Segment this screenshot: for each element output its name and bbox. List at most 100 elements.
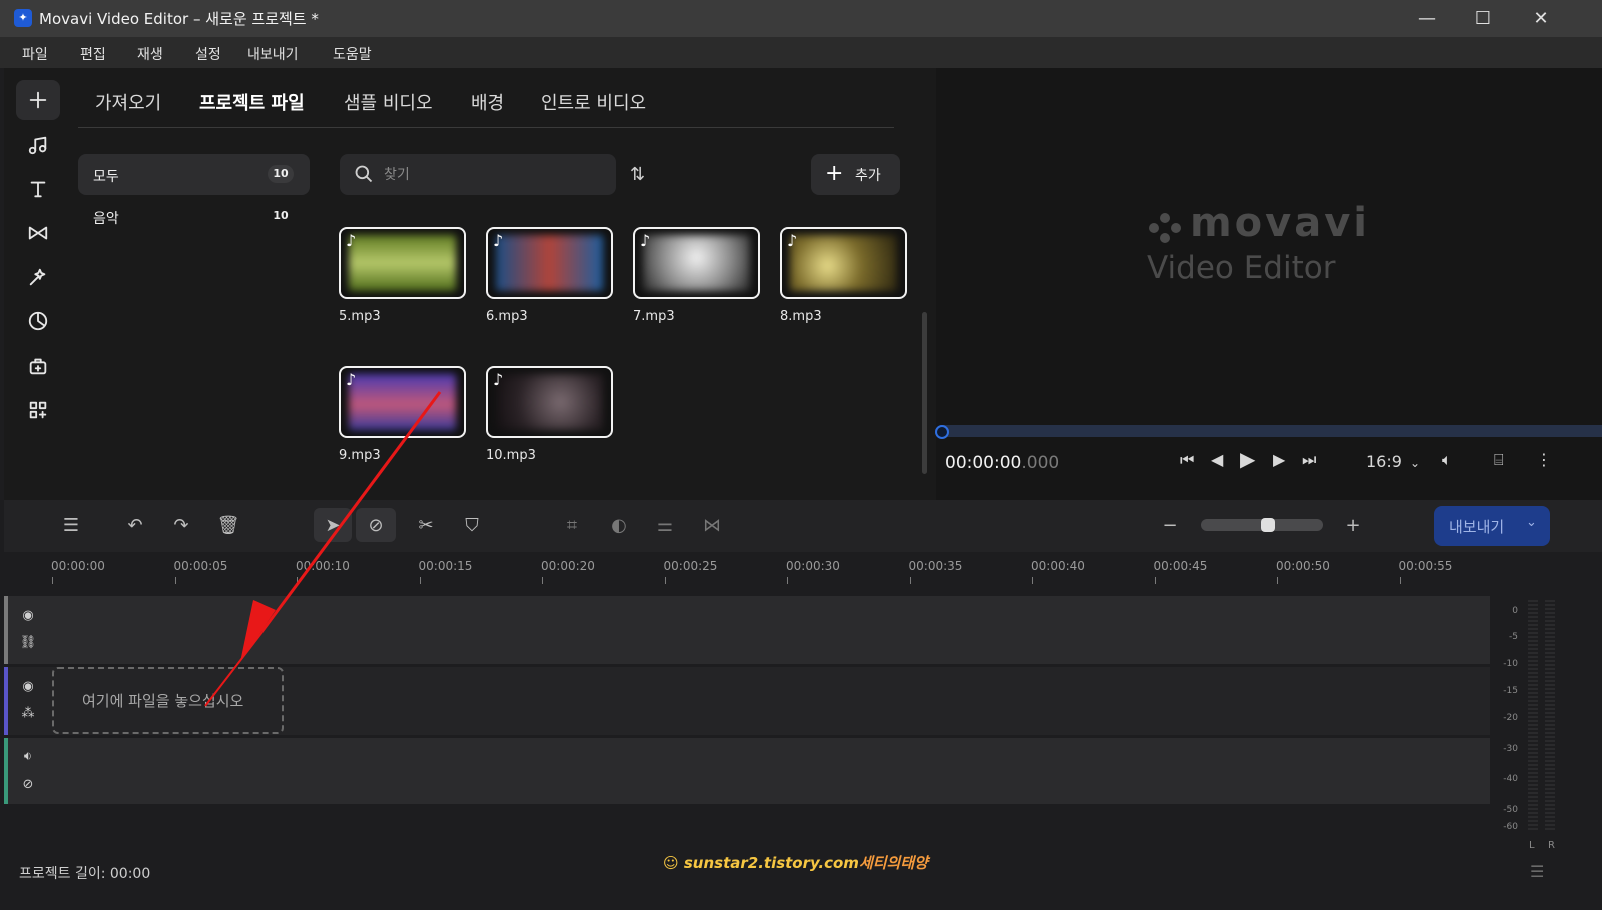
music-note-icon: ♪ xyxy=(640,231,651,250)
ruler-tick xyxy=(542,577,543,584)
next-frame-icon[interactable]: ▶︎ xyxy=(1273,450,1285,469)
eye-icon[interactable]: ◉ xyxy=(18,677,38,697)
zoom-handle[interactable] xyxy=(1261,518,1276,532)
text-icon[interactable] xyxy=(16,169,60,209)
meter-settings-icon[interactable]: ☰ xyxy=(1530,862,1544,881)
crop-icon[interactable]: ⌗ xyxy=(557,513,587,539)
channel-right-label: R xyxy=(1548,840,1555,851)
skip-start-icon[interactable]: ⏮ xyxy=(1180,450,1194,470)
shield-icon[interactable]: ⛉ xyxy=(457,513,487,539)
category-all-label: 모두 xyxy=(93,169,119,185)
aspect-ratio-value: 16:9 xyxy=(1366,452,1402,471)
seek-bar[interactable] xyxy=(940,425,1602,437)
skip-end-icon[interactable]: ⏭ xyxy=(1302,450,1316,470)
unlink-icon[interactable]: ⊘ xyxy=(18,775,38,795)
export-button-label: 내보내기 xyxy=(1449,518,1505,536)
sort-icon[interactable]: ⇅ xyxy=(630,164,654,186)
close-icon[interactable]: ✕ xyxy=(1512,0,1570,37)
ruler-tick xyxy=(1399,577,1401,584)
ruler-tick-label: 00:00:20 xyxy=(541,559,595,573)
transition-icon[interactable] xyxy=(16,213,60,253)
ruler-tick-label: 00:00:15 xyxy=(418,559,473,573)
stickers-icon[interactable] xyxy=(16,346,60,386)
music-note-icon: ♪ xyxy=(787,231,798,250)
maximize-icon[interactable]: ☐ xyxy=(1454,0,1512,37)
color-adjust-icon[interactable]: ◐ xyxy=(604,513,634,539)
menu-bar xyxy=(0,37,1602,68)
delete-icon[interactable]: 🗑︎ xyxy=(213,513,243,539)
tab-sample-videos[interactable]: 샘플 비디오 xyxy=(344,89,433,115)
more-tools-icon[interactable] xyxy=(16,390,60,430)
tab-import[interactable]: 가져오기 xyxy=(95,89,161,115)
media-thumb-6[interactable]: ♪ xyxy=(486,227,613,299)
media-thumb-7[interactable]: ♪ xyxy=(633,227,760,299)
menu-file[interactable]: 파일 xyxy=(22,44,48,64)
menu-settings[interactable]: 설정 xyxy=(195,44,221,64)
sliders-icon[interactable]: ⚌ xyxy=(650,513,680,539)
more-icon[interactable]: ⋮ xyxy=(1536,450,1552,469)
media-thumb-9[interactable]: ♪ xyxy=(339,366,466,438)
add-track-icon[interactable]: ☰ xyxy=(56,513,86,539)
export-button[interactable]: 내보내기 ⌄ xyxy=(1434,506,1550,546)
smiley-icon: ☺ xyxy=(663,854,684,872)
snapshot-icon[interactable]: ⌸ xyxy=(1494,450,1504,470)
music-note-icon: ♪ xyxy=(346,370,357,389)
track-accent xyxy=(4,738,8,804)
thumb-image xyxy=(349,374,456,430)
tab-divider xyxy=(78,127,894,128)
media-name: 5.mp3 xyxy=(339,309,381,324)
media-name: 8.mp3 xyxy=(780,309,822,324)
plus-icon[interactable] xyxy=(16,80,60,120)
media-name: 7.mp3 xyxy=(633,309,675,324)
prev-frame-icon[interactable]: ◀︎ xyxy=(1211,450,1223,469)
meter-channel-left xyxy=(1528,600,1538,830)
cut-icon[interactable]: ✂ xyxy=(411,513,441,539)
music-note-icon: ♪ xyxy=(493,231,504,250)
ruler-tick xyxy=(909,577,911,584)
transition-icon[interactable]: ⋈ xyxy=(697,513,727,539)
music-note-icon[interactable] xyxy=(16,125,60,165)
volume-icon[interactable]: 🔈︎ xyxy=(1442,450,1452,470)
media-thumb-8[interactable]: ♪ xyxy=(780,227,907,299)
redo-icon[interactable]: ↷ xyxy=(166,513,196,539)
category-music[interactable]: 음악 xyxy=(93,208,119,228)
tab-intro-videos[interactable]: 인트로 비디오 xyxy=(541,89,646,115)
menu-export[interactable]: 내보내기 xyxy=(247,44,299,64)
seek-handle[interactable] xyxy=(935,425,949,439)
ruler-tick-label: 00:00:55 xyxy=(1398,559,1453,573)
ruler-tick-label: 00:00:00 xyxy=(51,559,105,573)
menu-edit[interactable]: 편집 xyxy=(80,44,106,64)
tab-backgrounds[interactable]: 배경 xyxy=(471,89,504,115)
eye-icon[interactable]: ◉ xyxy=(18,606,38,626)
effects-icon[interactable] xyxy=(16,257,60,297)
media-thumb-5[interactable]: ♪ xyxy=(339,227,466,299)
media-scrollbar[interactable] xyxy=(922,312,927,474)
effects-track-icon[interactable]: ⁂ xyxy=(18,704,38,724)
tab-project-files[interactable]: 프로젝트 파일 xyxy=(199,89,305,115)
search-input[interactable] xyxy=(384,164,604,186)
db-label: -15 xyxy=(1503,686,1518,696)
undo-icon[interactable]: ↶ xyxy=(120,513,150,539)
ruler-tick xyxy=(297,577,298,584)
zoom-out-icon[interactable]: − xyxy=(1155,513,1185,539)
clock-icon[interactable] xyxy=(16,301,60,341)
add-button[interactable]: + 추가 xyxy=(811,154,900,195)
thumb-image xyxy=(496,235,603,291)
video-track-1[interactable] xyxy=(4,596,1490,664)
menu-help[interactable]: 도움말 xyxy=(333,44,372,64)
play-icon[interactable]: ▶ xyxy=(1240,447,1255,471)
minimize-icon[interactable]: — xyxy=(1398,0,1456,37)
db-label: -10 xyxy=(1503,659,1518,669)
watermark-site: sunstar2.tistory.com xyxy=(683,854,859,872)
speaker-icon[interactable]: 🔉︎ xyxy=(18,747,38,767)
thumb-image xyxy=(496,374,603,430)
audio-track[interactable] xyxy=(4,738,1490,804)
search-box[interactable] xyxy=(340,154,616,195)
aspect-ratio-select[interactable]: 16:9 ⌄ xyxy=(1366,452,1420,471)
link-icon[interactable]: ⛓︎ xyxy=(18,633,38,653)
menu-play[interactable]: 재생 xyxy=(137,44,163,64)
zoom-in-icon[interactable]: + xyxy=(1338,513,1368,539)
timecode-ms: .000 xyxy=(1021,453,1060,473)
ruler-tick-label: 00:00:25 xyxy=(663,559,718,573)
media-thumb-10[interactable]: ♪ xyxy=(486,366,613,438)
